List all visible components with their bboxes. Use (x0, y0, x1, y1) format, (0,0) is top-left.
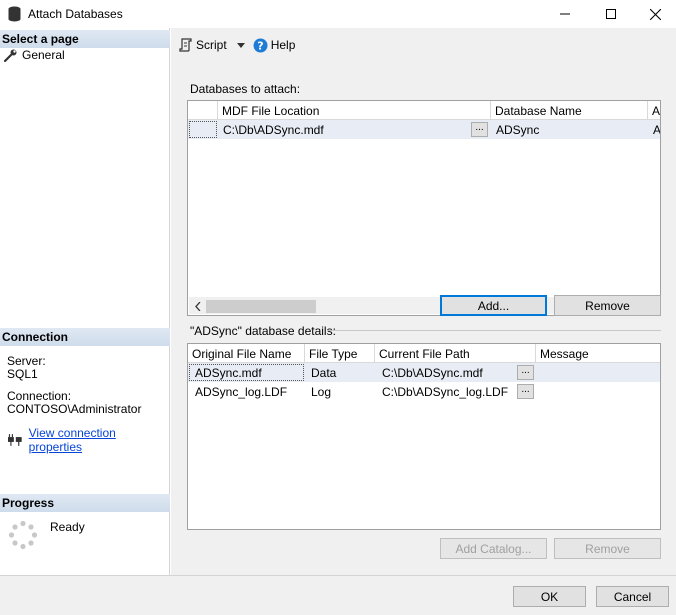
view-connection-row: View connection properties (8, 426, 169, 454)
progress-status: Ready (50, 520, 85, 534)
add-catalog-button[interactable]: Add Catalog... (440, 538, 547, 559)
group-divider (327, 330, 661, 331)
row-header-column (188, 101, 218, 120)
original-file-name-cell[interactable]: ADSync.mdf (190, 363, 304, 382)
remove-file-button[interactable]: Remove (554, 538, 661, 559)
help-icon: ? (253, 38, 268, 52)
original-file-name-cell[interactable]: ADSync_log.LDF (190, 382, 304, 401)
connection-plug-icon (8, 434, 22, 446)
column-header-message[interactable]: Message (536, 344, 660, 363)
column-header-mdf-file-location[interactable]: MDF File Location (218, 101, 491, 120)
current-file-path-cell[interactable]: C:\Db\ADSync.mdf (377, 363, 512, 382)
row-selector-cell[interactable] (189, 121, 217, 138)
toolbar: Script ? Help (171, 28, 676, 62)
current-file-path-cell[interactable]: C:\Db\ADSync_log.LDF (377, 382, 512, 401)
script-button[interactable]: Script (179, 38, 227, 52)
progress-row: Ready (8, 520, 85, 550)
scroll-left-arrow[interactable] (189, 298, 206, 315)
databases-to-attach-grid[interactable]: MDF File Location Database Name At C:\Db… (187, 100, 661, 316)
right-pane: Script ? Help Databases to attach: MDF F… (171, 28, 676, 575)
scrollbar-thumb[interactable] (206, 300, 316, 313)
title-bar: Attach Databases (0, 0, 676, 28)
connection-value: CONTOSO\Administrator (7, 402, 142, 416)
maximize-button[interactable] (588, 0, 634, 28)
file-type-cell[interactable]: Data (306, 363, 374, 382)
progress-header: Progress (0, 494, 170, 512)
column-header-attach-as[interactable]: At (648, 101, 660, 120)
minimize-button[interactable] (542, 0, 588, 28)
page-item-general-label: General (22, 48, 65, 62)
add-button[interactable]: Add... (440, 295, 547, 316)
connection-header: Connection (0, 328, 170, 346)
progress-spinner-icon (8, 520, 38, 550)
help-button[interactable]: ? Help (253, 38, 296, 53)
dialog-footer: OK Cancel (0, 575, 676, 615)
script-dropdown-button[interactable] (236, 42, 245, 48)
chevron-left-icon (194, 302, 200, 311)
cancel-button[interactable]: Cancel (596, 586, 669, 607)
attach-as-cell[interactable]: A (648, 120, 660, 139)
column-header-current-file-path[interactable]: Current File Path (375, 344, 536, 363)
ok-button[interactable]: OK (513, 586, 586, 607)
column-header-original-file-name[interactable]: Original File Name (188, 344, 305, 363)
page-item-general[interactable]: General (4, 48, 65, 62)
window-title: Attach Databases (28, 7, 123, 21)
browse-mdf-button[interactable]: ... (471, 122, 488, 137)
dropdown-arrow-icon (236, 42, 245, 48)
close-icon (649, 8, 661, 20)
database-details-label: "ADSync" database details: (190, 324, 336, 338)
mdf-location-cell[interactable]: C:\Db\ADSync.mdf (218, 120, 458, 139)
script-icon (179, 38, 192, 52)
databases-to-attach-label: Databases to attach: (190, 82, 301, 96)
maximize-icon (606, 9, 616, 19)
select-page-header: Select a page (0, 30, 170, 48)
server-value: SQL1 (7, 367, 38, 381)
wrench-icon (4, 49, 17, 62)
column-header-file-type[interactable]: File Type (305, 344, 375, 363)
browse-file-button[interactable]: ... (517, 384, 534, 399)
view-connection-properties-link[interactable]: View connection properties (29, 426, 169, 454)
database-name-cell[interactable]: ADSync (491, 120, 641, 139)
remove-database-button[interactable]: Remove (554, 295, 661, 316)
browse-file-button[interactable]: ... (517, 365, 534, 380)
help-label: Help (270, 38, 296, 52)
svg-text:?: ? (257, 39, 263, 52)
close-button[interactable] (632, 0, 676, 28)
script-label: Script (196, 38, 227, 52)
database-icon (8, 6, 21, 22)
file-type-cell[interactable]: Log (306, 382, 374, 401)
column-header-database-name[interactable]: Database Name (491, 101, 648, 120)
left-pane: Select a page General Connection Server:… (0, 28, 170, 575)
database-details-grid[interactable]: Original File Name File Type Current Fil… (187, 343, 661, 530)
minimize-icon (560, 13, 570, 15)
